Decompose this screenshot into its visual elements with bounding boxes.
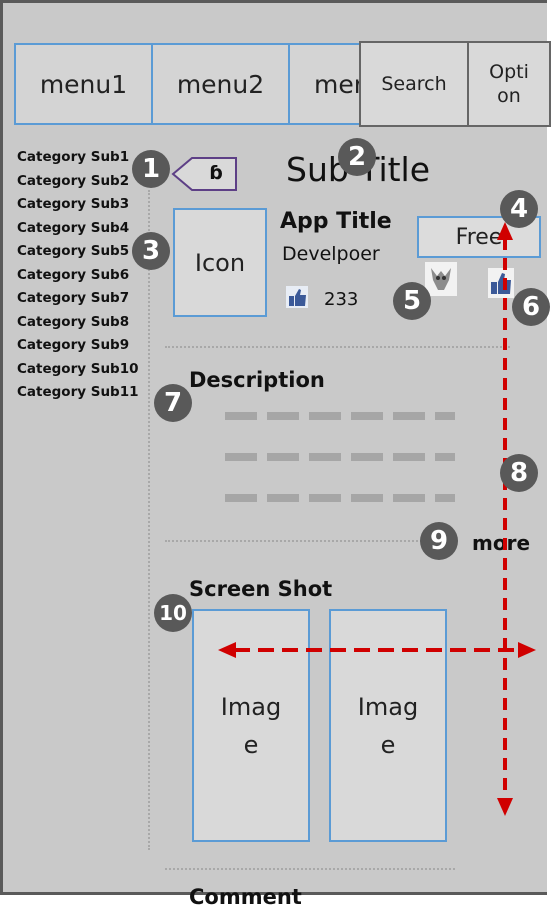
marker-2: 2 xyxy=(338,138,376,176)
sidebar-item-category-sub9[interactable]: Category Sub9 xyxy=(17,334,139,358)
sidebar-item-category-sub10[interactable]: Category Sub10 xyxy=(17,358,139,382)
screenshot-image-2-label-line2: e xyxy=(380,730,396,759)
search-button[interactable]: Search xyxy=(359,41,469,127)
wireframe-frame: menu1 menu2 menu3 Search Opti on Categor… xyxy=(0,0,551,909)
description-heading: Description xyxy=(189,368,325,392)
bird-icon[interactable] xyxy=(425,262,457,296)
description-line-1 xyxy=(225,412,455,420)
sidebar-item-category-sub6[interactable]: Category Sub6 xyxy=(17,264,139,288)
more-link[interactable]: more xyxy=(472,531,530,555)
facebook-like-icon[interactable] xyxy=(488,268,514,298)
screenshot-image-1-label-line1: Imag xyxy=(220,692,282,721)
free-button-label: Free xyxy=(455,224,503,250)
app-icon-placeholder: Icon xyxy=(173,208,267,317)
marker-6: 6 xyxy=(512,288,550,326)
marker-1: 1 xyxy=(132,150,170,188)
screenshot-image-2[interactable]: Imag e xyxy=(329,609,447,842)
sidebar-item-category-sub7[interactable]: Category Sub7 xyxy=(17,287,139,311)
marker-5: 5 xyxy=(393,282,431,320)
search-button-label: Search xyxy=(381,73,447,95)
screenshot-image-1-label-line2: e xyxy=(243,730,259,759)
app-title: App Title xyxy=(280,209,392,234)
app-icon-label: Icon xyxy=(194,248,246,277)
sidebar-item-category-sub1[interactable]: Category Sub1 xyxy=(17,146,139,170)
tab-menu1[interactable]: menu1 xyxy=(14,43,153,125)
sidebar-item-category-sub4[interactable]: Category Sub4 xyxy=(17,217,139,241)
sidebar-item-category-sub11[interactable]: Category Sub11 xyxy=(17,381,139,405)
sidebar-item-category-sub8[interactable]: Category Sub8 xyxy=(17,311,139,335)
section-divider-2 xyxy=(165,540,425,542)
marker-8: 8 xyxy=(500,454,538,492)
option-label-line2: on xyxy=(497,85,521,107)
marker-9: 9 xyxy=(420,522,458,560)
app-developer: Develpoer xyxy=(282,243,380,265)
thumbs-up-icon xyxy=(286,286,308,308)
section-divider-3 xyxy=(165,868,455,870)
tab-menu2-label: menu2 xyxy=(176,69,265,99)
like-count: 233 xyxy=(324,289,359,310)
comment-heading: Comment xyxy=(189,885,302,909)
marker-4: 4 xyxy=(500,190,538,228)
sidebar-item-category-sub3[interactable]: Category Sub3 xyxy=(17,193,139,217)
marker-7: 7 xyxy=(154,384,192,422)
back-button[interactable]: ɓ xyxy=(199,162,233,184)
screenshot-image-1[interactable]: Imag e xyxy=(192,609,310,842)
description-line-3 xyxy=(225,494,455,502)
option-button[interactable]: Opti on xyxy=(467,41,551,127)
option-label-line1: Opti xyxy=(489,61,529,83)
screenshot-heading: Screen Shot xyxy=(189,577,333,601)
marker-10: 10 xyxy=(154,594,192,632)
sidebar-item-category-sub2[interactable]: Category Sub2 xyxy=(17,170,139,194)
marker-3: 3 xyxy=(132,232,170,270)
tab-menu1-label: menu1 xyxy=(39,69,128,99)
section-divider-1 xyxy=(165,346,510,348)
screenshot-image-2-label-line1: Imag xyxy=(357,692,419,721)
tab-menu2[interactable]: menu2 xyxy=(151,43,290,125)
description-line-2 xyxy=(225,453,455,461)
sidebar-item-category-sub5[interactable]: Category Sub5 xyxy=(17,240,139,264)
sidebar-divider xyxy=(148,190,150,850)
category-sidebar: Category Sub1 Category Sub2 Category Sub… xyxy=(17,146,139,405)
